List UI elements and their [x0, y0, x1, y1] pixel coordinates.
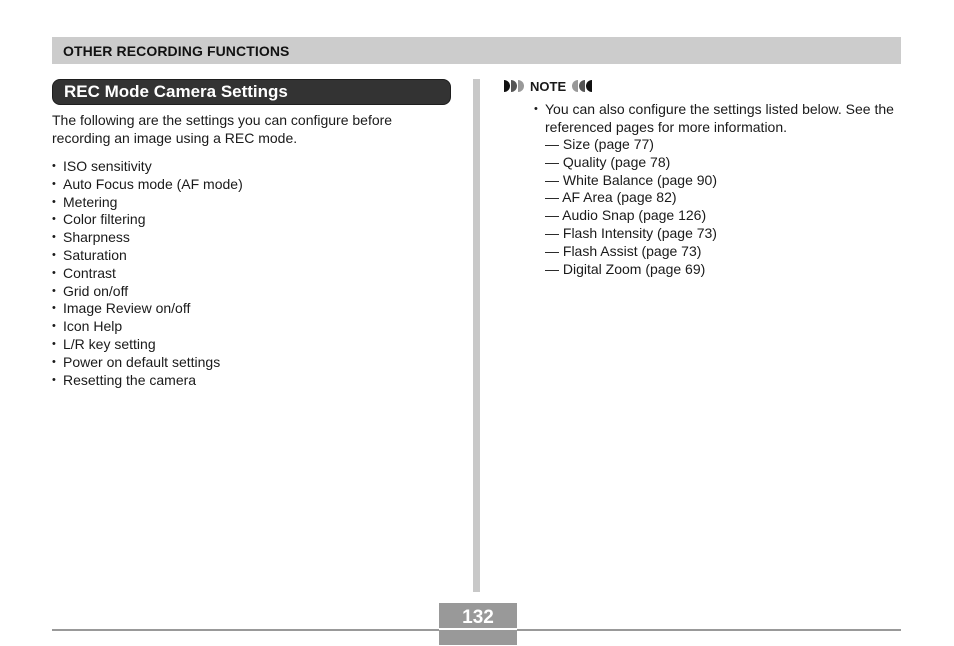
note-label: NOTE	[530, 78, 567, 94]
list-item: L/R key setting	[52, 336, 243, 354]
list-item: Icon Help	[52, 318, 243, 336]
list-item: Image Review on/off	[52, 300, 243, 318]
chapter-header-bar: OTHER RECORDING FUNCTIONS	[52, 37, 901, 64]
reference-item: Flash Assist (page 73)	[545, 243, 904, 261]
reference-item: White Balance (page 90)	[545, 172, 904, 190]
list-item: Sharpness	[52, 229, 243, 247]
note-arrows-right-icon	[503, 80, 525, 92]
settings-list: ISO sensitivity Auto Focus mode (AF mode…	[52, 158, 243, 389]
reference-item: Quality (page 78)	[545, 154, 904, 172]
list-item: Power on default settings	[52, 354, 243, 372]
note-reference-list: Size (page 77) Quality (page 78) White B…	[534, 136, 904, 278]
reference-item: Size (page 77)	[545, 136, 904, 154]
list-item: Saturation	[52, 247, 243, 265]
note-arrows-left-icon	[571, 80, 593, 92]
note-body: You can also configure the settings list…	[534, 101, 904, 278]
section-title: REC Mode Camera Settings	[64, 82, 288, 101]
intro-paragraph: The following are the settings you can c…	[52, 112, 393, 146]
note-text: You can also configure the settings list…	[534, 101, 904, 136]
list-item: Color filtering	[52, 211, 243, 229]
list-item: Metering	[52, 194, 243, 212]
list-item: Grid on/off	[52, 283, 243, 301]
page-number: 132	[462, 607, 494, 628]
page-number-box: 132	[439, 603, 517, 645]
reference-item: Flash Intensity (page 73)	[545, 225, 904, 243]
list-item: Contrast	[52, 265, 243, 283]
reference-item: Digital Zoom (page 69)	[545, 261, 904, 279]
reference-item: Audio Snap (page 126)	[545, 207, 904, 225]
list-item: ISO sensitivity	[52, 158, 243, 176]
list-item: Auto Focus mode (AF mode)	[52, 176, 243, 194]
reference-item: AF Area (page 82)	[545, 189, 904, 207]
column-divider	[473, 79, 480, 592]
chapter-title: OTHER RECORDING FUNCTIONS	[63, 43, 290, 59]
section-title-bar: REC Mode Camera Settings	[52, 79, 451, 105]
note-heading: NOTE	[503, 78, 593, 94]
list-item: Resetting the camera	[52, 372, 243, 390]
